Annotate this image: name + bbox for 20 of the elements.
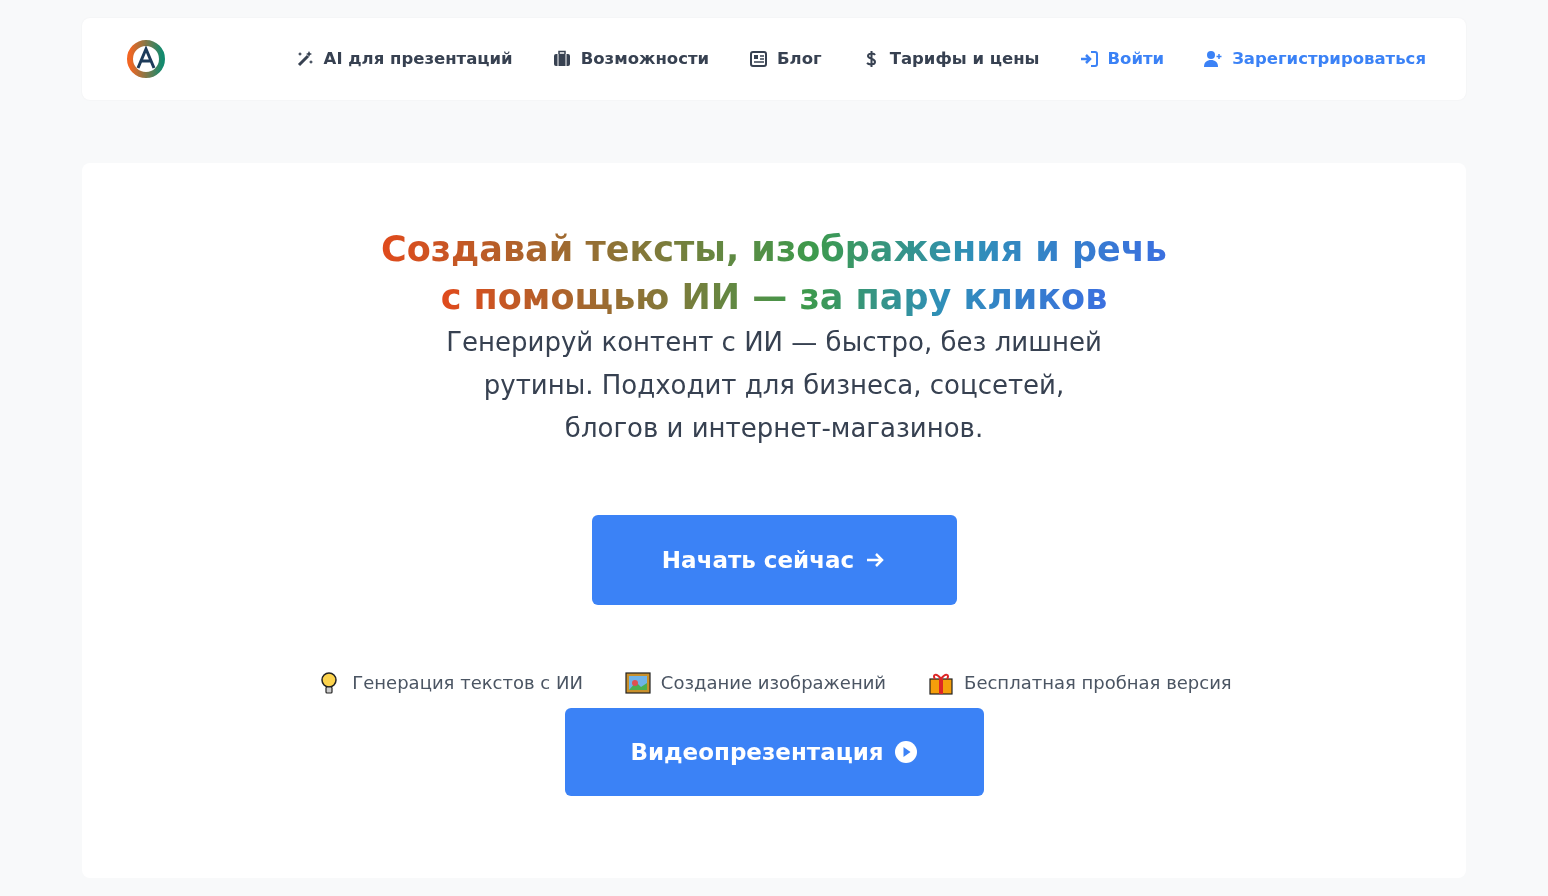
framed-picture-icon [624,669,651,696]
nav-link[interactable]: Войти [1079,46,1165,72]
add-user-icon [1204,50,1223,68]
newspaper-icon [749,50,768,68]
logo[interactable] [126,39,166,79]
nav-link[interactable]: Возможности [552,46,710,72]
feature-label: Создание изображений [660,671,887,695]
subtitle: Генерируй контент с ИИ — быстро, без лишней рутины. Подходит для бизнеса, соцсетей, блогов и интернет-магазинов. [445,326,1103,445]
nav-link[interactable]: AI для презентаций [295,46,513,72]
feature-label: Генерация текстов с ИИ [352,671,583,695]
nav-link[interactable]: Тарифы и цены [861,46,1040,72]
video-button[interactable]: Видеопрезентация [564,708,984,796]
feature-label: Бесплатная пробная версия [964,671,1232,695]
magic-wand-icon [295,50,314,68]
play-icon [893,740,918,764]
briefcase-icon [552,50,571,68]
nav-link[interactable]: Зарегистрироваться [1204,46,1426,72]
nav-link[interactable]: Блог [749,46,822,72]
login-icon [1079,50,1098,68]
start-button[interactable]: Начать сейчас [591,515,957,605]
